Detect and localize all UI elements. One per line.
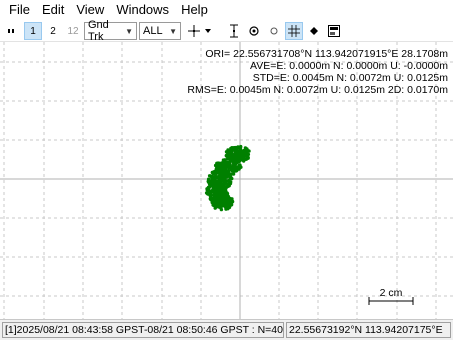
position-point	[243, 157, 247, 161]
position-point	[238, 145, 243, 150]
vertical-fix-icon[interactable]	[225, 22, 243, 40]
position-point	[216, 197, 221, 201]
plot-12-button[interactable]: 12	[64, 22, 82, 40]
ground-track-plot[interactable]: ORI= 22.556731708°N 113.942071915°E 28.1…	[0, 42, 453, 319]
position-point	[231, 166, 235, 171]
position-point	[229, 175, 233, 179]
position-point	[222, 158, 226, 163]
position-point	[237, 151, 241, 155]
position-point	[220, 185, 224, 189]
position-point	[225, 170, 229, 175]
toolbar: 1 2 12 Gnd Trk ▼ ALL ▼	[0, 19, 453, 43]
chevron-down-icon: ▼	[125, 26, 133, 36]
position-point	[238, 163, 242, 167]
pause-icon[interactable]	[2, 22, 20, 40]
position-point	[226, 148, 230, 152]
menu-help[interactable]: Help	[175, 0, 214, 20]
position-point	[227, 178, 231, 182]
position-point	[218, 182, 222, 186]
position-point	[224, 153, 228, 158]
position-point	[223, 189, 227, 193]
position-point	[226, 205, 230, 209]
time-range-status: [1]2025/08/21 08:43:58 GPST-08/21 08:50:…	[2, 322, 284, 338]
position-point	[233, 157, 237, 162]
position-point	[222, 197, 226, 201]
menu-windows[interactable]: Windows	[110, 0, 175, 20]
position-point	[230, 151, 234, 155]
position-point	[215, 162, 219, 166]
image-icon[interactable]	[325, 22, 343, 40]
position-point	[219, 170, 223, 174]
position-point	[235, 168, 239, 172]
menu-view[interactable]: View	[70, 0, 110, 20]
status-bar: [1]2025/08/21 08:43:58 GPST-08/21 08:50:…	[0, 319, 453, 340]
crosshair-icon[interactable]	[185, 22, 203, 40]
plot-1-button[interactable]: 1	[24, 22, 42, 40]
position-point	[207, 174, 212, 178]
position-point	[219, 163, 224, 167]
position-point	[217, 192, 221, 196]
position-point	[229, 202, 233, 207]
quality-value: ALL	[143, 25, 163, 37]
position-point	[212, 181, 216, 186]
position-point	[220, 202, 224, 207]
position-point	[219, 178, 224, 182]
rms-text: RMS=E: 0.0045m N: 0.0072m U: 0.0125m 2D:…	[187, 84, 448, 96]
position-point	[211, 200, 216, 204]
diamond-point-icon[interactable]	[305, 22, 323, 40]
plot-canvas[interactable]: ORI= 22.556731708°N 113.942071915°E 28.1…	[0, 42, 453, 319]
position-point	[217, 205, 221, 209]
origin-text: ORI= 22.556731708°N 113.942071915°E 28.1…	[205, 48, 448, 60]
ave-text: AVE=E: 0.0000m N: 0.0000m U: -0.0000m	[250, 60, 448, 72]
quality-select[interactable]: ALL ▼	[139, 22, 181, 40]
position-point	[216, 200, 220, 204]
menu-bar: File Edit View Windows Help	[0, 0, 453, 20]
dropdown-arrow-icon[interactable]	[203, 22, 213, 40]
menu-edit[interactable]: Edit	[36, 0, 70, 20]
position-point	[226, 165, 231, 169]
position-point	[234, 161, 238, 166]
plot-type-value: Gnd Trk	[88, 19, 109, 43]
position-point	[245, 154, 250, 159]
position-point	[245, 150, 249, 155]
position-point	[205, 187, 209, 191]
scale-label: 2 cm	[380, 287, 403, 299]
position-point	[235, 146, 239, 151]
plot-2-button[interactable]: 2	[44, 22, 62, 40]
cursor-position-status: 22.55673192°N 113.94207175°E	[286, 322, 451, 338]
position-scatter	[204, 144, 251, 212]
target-circle-icon[interactable]	[245, 22, 263, 40]
scale-bar: 2 cm	[368, 287, 414, 305]
position-point	[223, 200, 227, 205]
std-text: STD=E: 0.0045m N: 0.0072m U: 0.0125m	[253, 72, 448, 84]
chevron-down-icon: ▼	[169, 26, 177, 36]
position-point	[230, 197, 234, 201]
position-point	[211, 188, 216, 192]
small-circle-icon[interactable]	[265, 22, 283, 40]
position-point	[241, 154, 245, 158]
position-point	[215, 186, 219, 190]
grid-icon[interactable]	[285, 22, 303, 40]
menu-file[interactable]: File	[3, 0, 36, 20]
position-point	[216, 176, 220, 180]
position-point	[212, 195, 216, 199]
position-point	[211, 170, 215, 175]
position-point	[207, 180, 211, 185]
position-point	[223, 162, 227, 167]
plot-type-select[interactable]: Gnd Trk ▼	[84, 19, 137, 43]
position-point	[231, 172, 236, 176]
